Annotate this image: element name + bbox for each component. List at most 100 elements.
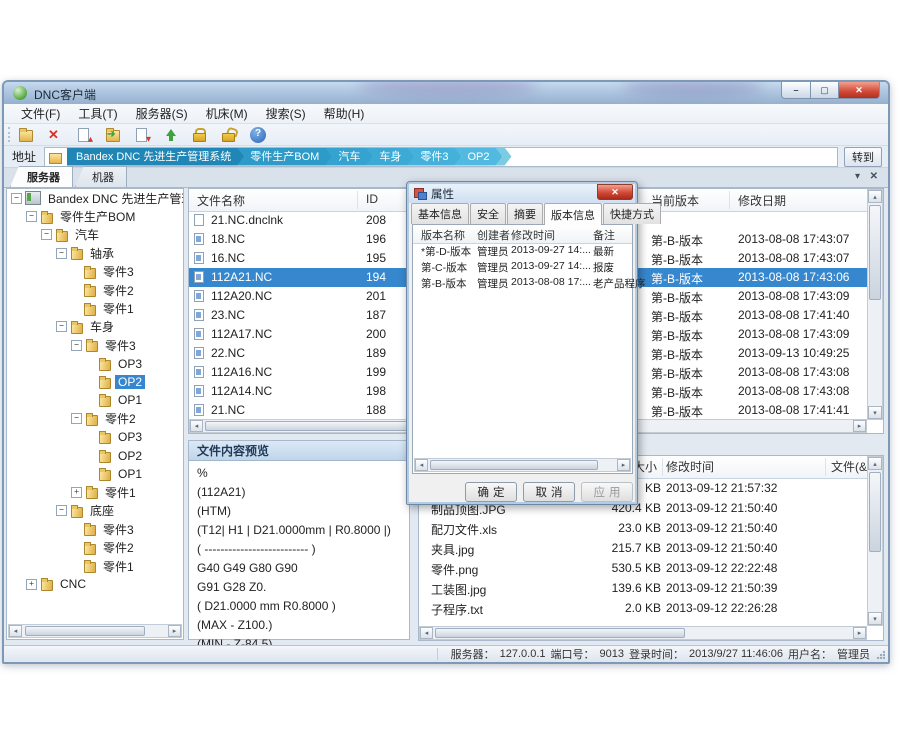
- attachment-horizontal-scrollbar[interactable]: ◂ ▸: [419, 626, 867, 640]
- scroll-down-icon[interactable]: ▾: [868, 612, 882, 625]
- breadcrumb-segment-1[interactable]: 零件生产BOM: [237, 148, 332, 166]
- tree-expand-icon[interactable]: −: [11, 193, 22, 204]
- dialog-close-button[interactable]: ✕: [597, 184, 633, 200]
- dialog-horizontal-scrollbar[interactable]: ◂ ▸: [414, 458, 631, 472]
- column-header-file[interactable]: 文件(&l: [831, 458, 870, 475]
- scrollbar-thumb[interactable]: [25, 626, 145, 636]
- column-header-note[interactable]: 备注: [593, 227, 615, 243]
- tree-expand-icon[interactable]: −: [41, 229, 52, 240]
- version-row-1[interactable]: 第-C-版本管理员2013-09-27 14:...报废: [413, 259, 632, 275]
- tree-expand-icon[interactable]: −: [26, 211, 37, 222]
- scroll-left-icon[interactable]: ◂: [190, 420, 203, 432]
- column-header-date[interactable]: 修改日期: [738, 192, 786, 209]
- tree-item-4[interactable]: 零件3: [7, 263, 183, 281]
- upload-icon[interactable]: [163, 127, 179, 143]
- breadcrumb-segment-5[interactable]: OP2: [454, 148, 502, 166]
- tree-item-1[interactable]: −零件生产BOM: [7, 207, 183, 225]
- dialog-tab-3[interactable]: 版本信息: [544, 203, 602, 225]
- checkin-file-icon[interactable]: [76, 127, 92, 143]
- checkout-file-icon[interactable]: [134, 127, 150, 143]
- unlock-icon[interactable]: [221, 127, 237, 143]
- tree-item-3[interactable]: −轴承: [7, 244, 183, 262]
- tree-expand-icon[interactable]: −: [71, 413, 82, 424]
- tree-expand-icon[interactable]: −: [71, 340, 82, 351]
- new-folder-icon[interactable]: [18, 127, 34, 143]
- tree-item-20[interactable]: 零件1: [7, 557, 183, 575]
- scroll-up-icon[interactable]: ▴: [868, 457, 882, 470]
- tree-expand-icon[interactable]: +: [71, 487, 82, 498]
- tree-horizontal-scrollbar[interactable]: ◂ ▸: [8, 624, 182, 638]
- tree-item-6[interactable]: 零件1: [7, 299, 183, 317]
- column-header-version-name[interactable]: 版本名称: [421, 227, 465, 243]
- help-icon[interactable]: [250, 127, 266, 143]
- menu-item-0[interactable]: 文件(F): [12, 103, 69, 124]
- scrollbar-thumb[interactable]: [435, 628, 685, 638]
- maximize-button[interactable]: [811, 82, 838, 99]
- attachment-row-5[interactable]: 工装图.jpg139.6 KB2013-09-12 21:50:39: [419, 578, 867, 598]
- titlebar[interactable]: DNC客户端: [4, 82, 888, 104]
- attachment-vertical-scrollbar[interactable]: ▴ ▾: [867, 456, 883, 626]
- menu-item-3[interactable]: 机床(M): [197, 103, 257, 124]
- scroll-down-icon[interactable]: ▾: [868, 406, 882, 419]
- tree-item-7[interactable]: −车身: [7, 318, 183, 336]
- scroll-left-icon[interactable]: ◂: [9, 625, 22, 637]
- tab-close-icon[interactable]: ✕: [870, 171, 878, 182]
- tree-expand-icon[interactable]: +: [26, 579, 37, 590]
- scroll-right-icon[interactable]: ▸: [853, 420, 866, 432]
- tree-expand-icon[interactable]: −: [56, 321, 67, 332]
- minimize-button[interactable]: [781, 82, 811, 99]
- scroll-left-icon[interactable]: ◂: [415, 459, 428, 471]
- tree-item-9[interactable]: OP3: [7, 355, 183, 373]
- scroll-up-icon[interactable]: ▴: [868, 190, 882, 203]
- tree-item-21[interactable]: +CNC: [7, 575, 183, 593]
- view-tab-0[interactable]: 服务器: [10, 166, 73, 187]
- column-header-creator[interactable]: 创建者: [477, 227, 510, 243]
- lock-icon[interactable]: [192, 127, 208, 143]
- column-header-name[interactable]: 文件名称: [197, 192, 245, 209]
- tree-item-2[interactable]: −汽车: [7, 226, 183, 244]
- attachment-row-4[interactable]: 零件.png530.5 KB2013-09-12 22:22:48: [419, 558, 867, 578]
- version-row-0[interactable]: *第-D-版本管理员2013-09-27 14:...最新: [413, 243, 632, 259]
- tree-item-8[interactable]: −零件3: [7, 336, 183, 354]
- tree-item-10[interactable]: OP2: [7, 373, 183, 391]
- view-tab-1[interactable]: 机器: [75, 166, 127, 187]
- delete-icon[interactable]: [47, 127, 63, 143]
- tree-item-18[interactable]: 零件3: [7, 520, 183, 538]
- tree-item-19[interactable]: 零件2: [7, 538, 183, 556]
- cancel-button[interactable]: 取消: [523, 482, 575, 502]
- tree-item-0[interactable]: −Bandex DNC 先进生产管理系统: [7, 189, 183, 207]
- dialog-tab-1[interactable]: 安全: [470, 203, 506, 224]
- menu-item-4[interactable]: 搜索(S): [257, 103, 315, 124]
- tree-item-15[interactable]: OP1: [7, 465, 183, 483]
- tree-item-12[interactable]: −零件2: [7, 410, 183, 428]
- breadcrumb-segment-2[interactable]: 汽车: [325, 148, 373, 166]
- attachment-row-2[interactable]: 配刀文件.xls23.0 KB2013-09-12 21:50:40: [419, 518, 867, 538]
- ok-button[interactable]: 确定: [465, 482, 517, 502]
- dialog-tab-4[interactable]: 快捷方式: [603, 203, 661, 224]
- scrollbar-thumb[interactable]: [869, 472, 881, 552]
- tree-expand-icon[interactable]: −: [56, 248, 67, 259]
- menu-item-2[interactable]: 服务器(S): [127, 103, 197, 124]
- breadcrumb-segment-3[interactable]: 车身: [366, 148, 414, 166]
- close-button[interactable]: [838, 82, 880, 99]
- tab-dropdown-icon[interactable]: ▾: [855, 171, 860, 182]
- apply-button[interactable]: 应用: [581, 482, 633, 502]
- scroll-left-icon[interactable]: ◂: [420, 627, 433, 639]
- attachment-row-3[interactable]: 夹具.jpg215.7 KB2013-09-12 21:50:40: [419, 538, 867, 558]
- version-row-2[interactable]: 第-B-版本管理员2013-08-08 17:...老产品程序: [413, 275, 632, 291]
- address-field[interactable]: Bandex DNC 先进生产管理系统零件生产BOM汽车车身零件3OP2: [44, 147, 838, 167]
- scroll-right-icon[interactable]: ▸: [853, 627, 866, 639]
- tree-item-5[interactable]: 零件2: [7, 281, 183, 299]
- send-to-machine-icon[interactable]: [105, 127, 121, 143]
- tree-item-16[interactable]: +零件1: [7, 483, 183, 501]
- column-header-modified[interactable]: 修改时间: [511, 227, 555, 243]
- attachment-row-6[interactable]: 子程序.txt2.0 KB2013-09-12 22:26:28: [419, 598, 867, 618]
- tree-expand-icon[interactable]: −: [56, 505, 67, 516]
- breadcrumb-segment-4[interactable]: 零件3: [407, 148, 461, 166]
- column-header-id[interactable]: ID: [366, 192, 378, 206]
- tree-item-14[interactable]: OP2: [7, 446, 183, 464]
- tree-item-17[interactable]: −底座: [7, 502, 183, 520]
- scrollbar-thumb[interactable]: [430, 460, 598, 470]
- go-button[interactable]: 转到: [844, 147, 882, 167]
- breadcrumb-segment-0[interactable]: Bandex DNC 先进生产管理系统: [67, 148, 244, 166]
